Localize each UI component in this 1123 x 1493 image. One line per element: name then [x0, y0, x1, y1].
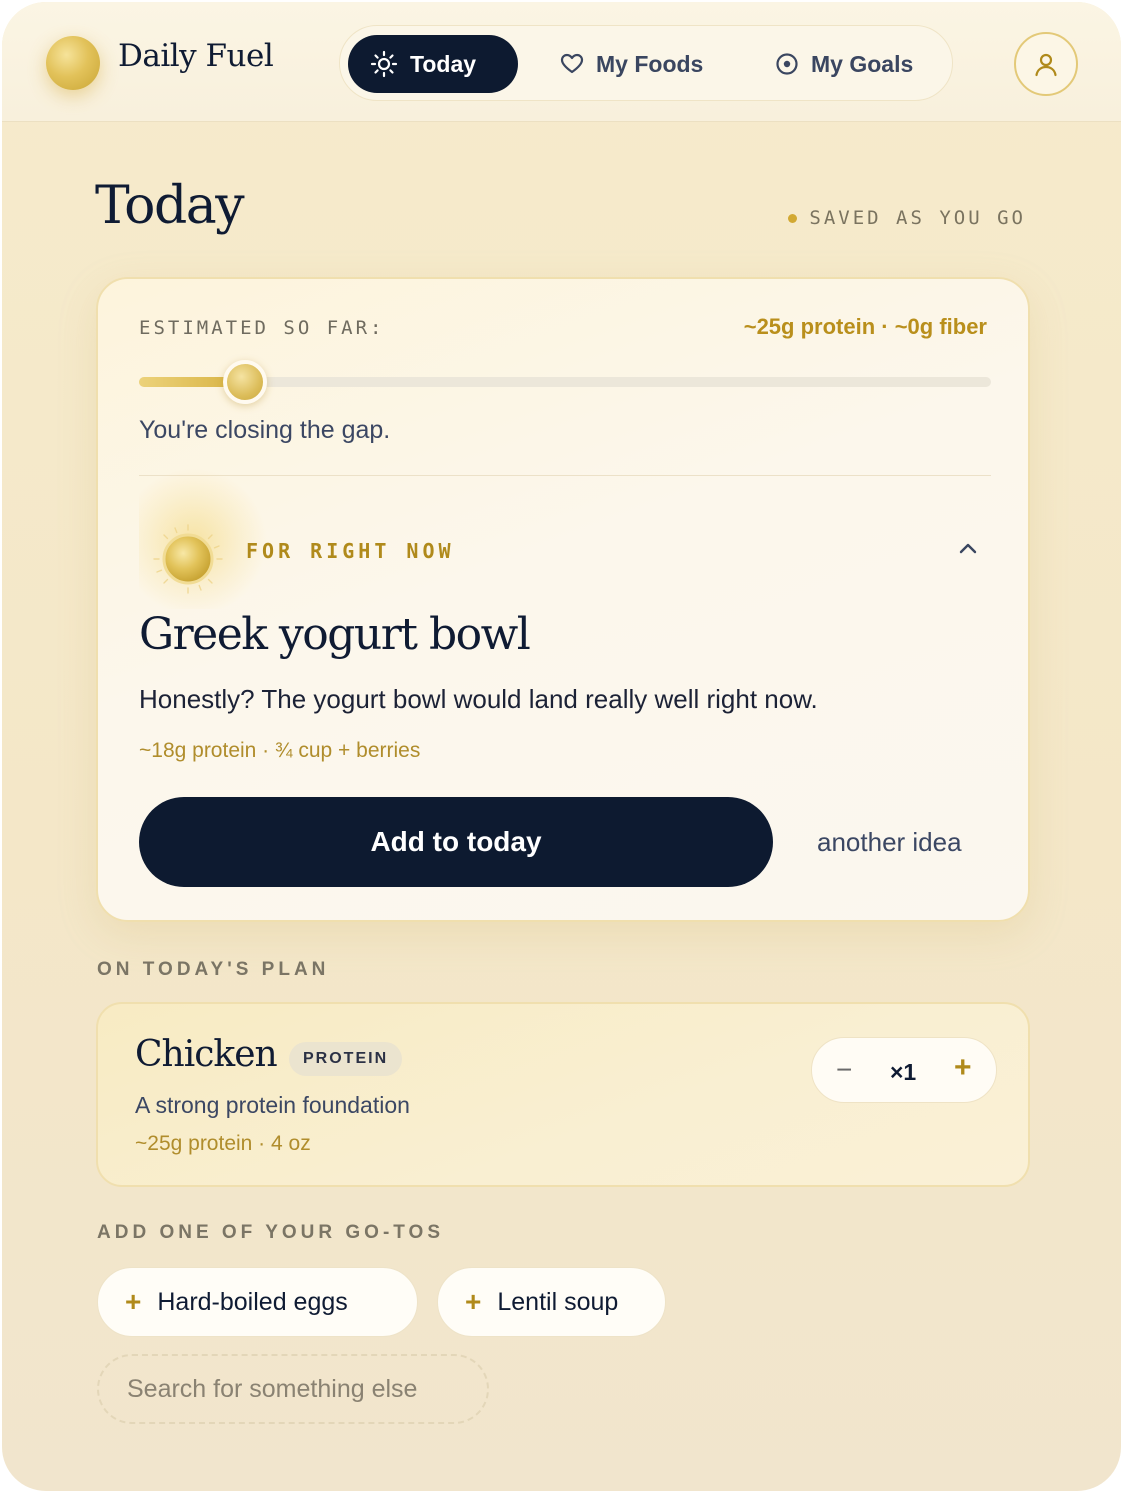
plan-item-meta: ~25g protein · 4 oz: [135, 1132, 311, 1155]
progress-message: You're closing the gap.: [139, 416, 391, 444]
estimate-label: ESTIMATED SO FAR:: [139, 317, 385, 339]
quantity-value: ×1: [890, 1059, 917, 1085]
suggestion-title: Greek yogurt bowl: [139, 609, 531, 660]
main-nav: Today My Foods My Goals: [339, 25, 953, 101]
sun-icon: [153, 524, 223, 594]
nav-tab-label: My Foods: [596, 50, 704, 77]
suggestion-meta: ~18g protein · ¾ cup + berries: [139, 739, 421, 762]
suggestion-eyebrow: FOR RIGHT NOW: [246, 539, 455, 563]
estimate-values: ~25g protein · ~0g fiber: [743, 314, 987, 339]
another-idea-link[interactable]: another idea: [817, 827, 962, 858]
plan-item-name: Chicken: [135, 1034, 278, 1075]
goto-chip-label: Hard-boiled eggs: [157, 1287, 348, 1316]
food-search-input[interactable]: [97, 1354, 489, 1424]
heart-icon: [560, 53, 584, 74]
plus-icon: +: [465, 1286, 482, 1317]
save-status: SAVED AS YOU GO: [788, 207, 1026, 229]
nav-tab-label: Today: [410, 50, 477, 77]
plan-item-card: Chicken PROTEIN A strong protein foundat…: [96, 1002, 1030, 1187]
gotos-section-label: ADD ONE OF YOUR GO-TOS: [97, 1222, 444, 1243]
decrease-button[interactable]: −: [836, 1054, 852, 1086]
sun-icon: [370, 50, 398, 78]
status-dot-icon: [788, 213, 798, 223]
plus-icon: +: [125, 1286, 142, 1317]
progress-knob[interactable]: [223, 360, 267, 404]
increase-button[interactable]: +: [954, 1051, 972, 1085]
plan-item-description: A strong protein foundation: [135, 1092, 410, 1118]
logo-orb-icon: [46, 36, 100, 90]
app-window: Daily Fuel Today My Foods My Goals Today…: [2, 2, 1121, 1491]
goto-chip-lentil-soup[interactable]: + Lentil soup: [437, 1267, 666, 1337]
goto-chip-hard-boiled-eggs[interactable]: + Hard-boiled eggs: [97, 1267, 418, 1337]
add-to-today-button[interactable]: Add to today: [139, 797, 773, 887]
page-title: Today: [95, 176, 245, 236]
nav-tab-label: My Goals: [811, 50, 914, 77]
nav-tab-my-foods[interactable]: My Foods: [538, 35, 725, 93]
brand-name: Daily Fuel: [118, 38, 274, 74]
goto-chip-label: Lentil soup: [497, 1287, 619, 1316]
nav-tab-my-goals[interactable]: My Goals: [753, 35, 935, 93]
nav-tab-today[interactable]: Today: [348, 35, 518, 93]
user-icon: [1035, 53, 1057, 77]
top-bar: Daily Fuel Today My Foods My Goals: [2, 2, 1121, 122]
progress-track: [139, 360, 991, 404]
profile-button[interactable]: [1014, 32, 1078, 96]
save-status-label: SAVED AS YOU GO: [809, 207, 1026, 229]
suggestion-note: Honestly? The yogurt bowl would land rea…: [139, 684, 818, 714]
suggestion-card: ESTIMATED SO FAR: ~25g protein · ~0g fib…: [96, 277, 1030, 922]
plan-item-tag: PROTEIN: [289, 1042, 403, 1076]
plan-section-label: ON TODAY'S PLAN: [97, 959, 330, 980]
chevron-up-icon[interactable]: [958, 541, 978, 555]
target-icon: [776, 53, 798, 75]
quantity-stepper: − ×1 +: [811, 1037, 997, 1103]
